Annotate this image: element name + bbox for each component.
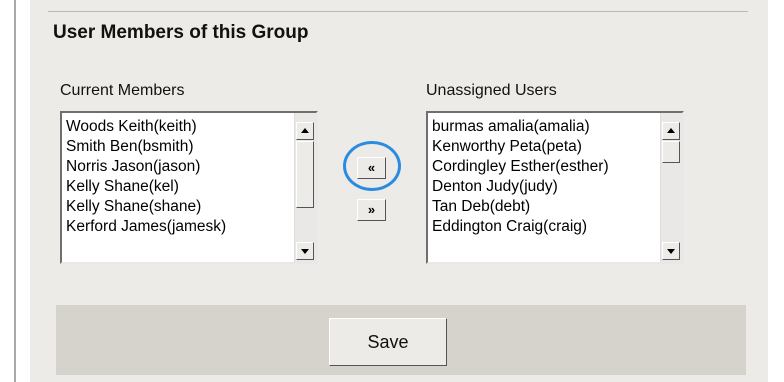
save-button[interactable]: Save [329,318,447,366]
list-item[interactable]: Kenworthy Peta(peta) [432,137,660,157]
section-divider [48,11,748,12]
unassigned-users-label: Unassigned Users [426,82,557,99]
current-members-list[interactable]: Woods Keith(keith) Smith Ben(bsmith) Nor… [60,111,318,264]
list-item[interactable]: burmas amalia(amalia) [432,117,660,137]
scroll-down-arrow-icon[interactable] [296,242,314,260]
highlight-circle [343,141,401,191]
current-members-label: Current Members [60,82,185,99]
remove-member-button[interactable]: » [357,199,386,221]
scroll-down-arrow-icon[interactable] [662,242,680,260]
list-item[interactable]: Tan Deb(debt) [432,197,660,217]
list-item[interactable]: Kerford James(jamesk) [66,217,294,237]
unassigned-users-scrollbar[interactable] [660,113,682,262]
scroll-up-arrow-icon[interactable] [296,122,314,140]
list-item[interactable]: Cordingley Esther(esther) [432,157,660,177]
scroll-thumb[interactable] [662,141,680,163]
section-title: User Members of this Group [53,22,309,43]
list-item[interactable]: Norris Jason(jason) [66,157,294,177]
list-item[interactable]: Denton Judy(judy) [432,177,660,197]
list-item[interactable]: Woods Keith(keith) [66,117,294,137]
unassigned-users-list[interactable]: burmas amalia(amalia) Kenworthy Peta(pet… [426,111,684,264]
left-divider [14,0,16,382]
scroll-up-arrow-icon[interactable] [662,122,680,140]
list-item[interactable]: Smith Ben(bsmith) [66,137,294,157]
list-item[interactable]: Kelly Shane(shane) [66,197,294,217]
list-item[interactable]: Eddington Craig(craig) [432,217,660,237]
current-members-scrollbar[interactable] [294,113,316,262]
list-item[interactable]: Kelly Shane(kel) [66,177,294,197]
scroll-thumb[interactable] [296,141,314,208]
